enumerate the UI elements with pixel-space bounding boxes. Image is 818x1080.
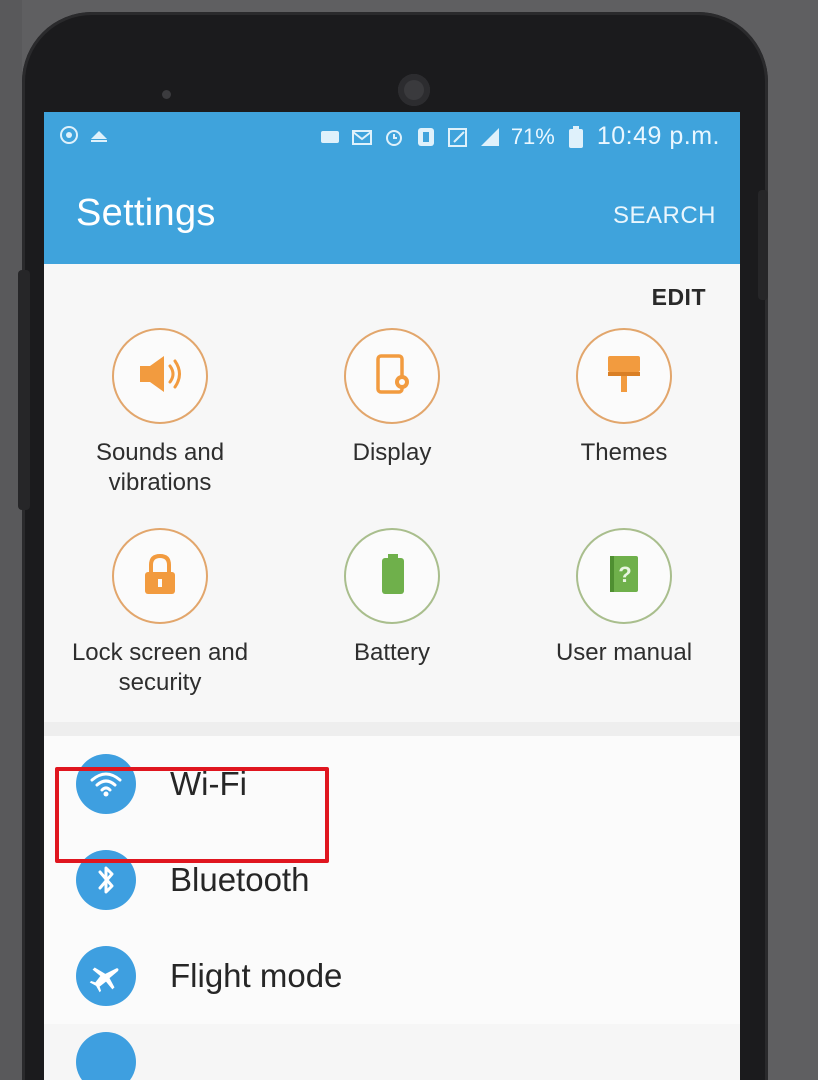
tile-icon-circle bbox=[344, 328, 440, 424]
app-bar: Settings SEARCH bbox=[44, 164, 740, 264]
tile-icon-circle bbox=[344, 528, 440, 624]
tile-themes[interactable]: Themes bbox=[508, 328, 740, 498]
edit-row: EDIT bbox=[44, 264, 740, 328]
svg-text:?: ? bbox=[618, 562, 631, 587]
sensor-dot bbox=[162, 90, 171, 99]
search-button[interactable]: SEARCH bbox=[613, 202, 716, 230]
list-item-flight-mode[interactable]: Flight mode bbox=[44, 928, 740, 1024]
display-icon bbox=[364, 346, 420, 407]
wifi-highlight-box bbox=[55, 767, 329, 863]
edit-icon bbox=[447, 126, 469, 148]
airplane-icon bbox=[76, 946, 136, 1006]
speaker-icon bbox=[132, 346, 188, 407]
mail-icon bbox=[351, 126, 373, 148]
paint-roller-icon bbox=[596, 346, 652, 407]
tile-label: User manual bbox=[555, 639, 693, 666]
phone-screen: 71% 10:49 p.m. Settings SEARCH EDIT Soun… bbox=[44, 112, 740, 1080]
volume-button bbox=[18, 270, 30, 510]
backdrop bbox=[0, 0, 22, 1080]
tile-sounds-and-vibrations[interactable]: Sounds and vibrations bbox=[44, 328, 276, 498]
tile-icon-circle bbox=[576, 328, 672, 424]
power-button bbox=[758, 190, 768, 300]
quick-settings-grid: Sounds and vibrations Display Themes Loc… bbox=[44, 328, 740, 722]
status-bar: 71% 10:49 p.m. bbox=[44, 112, 740, 164]
tile-label: Themes bbox=[580, 439, 668, 466]
battery-status-icon bbox=[565, 125, 587, 148]
list-label: Bluetooth bbox=[170, 861, 310, 898]
tile-label: Display bbox=[352, 439, 432, 466]
battery-percent: 71% bbox=[510, 123, 555, 149]
edit-button[interactable]: EDIT bbox=[652, 284, 706, 311]
front-camera bbox=[398, 74, 430, 106]
tile-battery[interactable]: Battery bbox=[276, 528, 508, 698]
notification-icon bbox=[88, 124, 110, 146]
nfc-icon bbox=[415, 126, 437, 148]
message-icon bbox=[319, 126, 341, 148]
tile-lock-screen-and-security[interactable]: Lock screen and security bbox=[44, 528, 276, 698]
section-divider bbox=[44, 722, 740, 736]
page-title: Settings bbox=[76, 192, 216, 234]
tile-icon-circle bbox=[112, 528, 208, 624]
sync-icon bbox=[58, 124, 80, 146]
book-icon: ? bbox=[596, 546, 652, 607]
tile-icon-circle bbox=[112, 328, 208, 424]
alarm-icon bbox=[383, 126, 405, 148]
tile-user-manual[interactable]: ? User manual bbox=[508, 528, 740, 698]
tile-label: Battery bbox=[353, 639, 431, 666]
clock: 10:49 p.m. bbox=[596, 122, 720, 150]
tile-display[interactable]: Display bbox=[276, 328, 508, 498]
battery-icon bbox=[364, 546, 420, 607]
lock-icon bbox=[132, 546, 188, 607]
tile-label: Sounds and vibrations bbox=[95, 439, 225, 496]
tile-label: Lock screen and security bbox=[71, 639, 249, 696]
list-label: Flight mode bbox=[170, 957, 343, 994]
signal-icon bbox=[479, 126, 501, 148]
list-icon-partial bbox=[76, 1032, 136, 1080]
tile-icon-circle: ? bbox=[576, 528, 672, 624]
